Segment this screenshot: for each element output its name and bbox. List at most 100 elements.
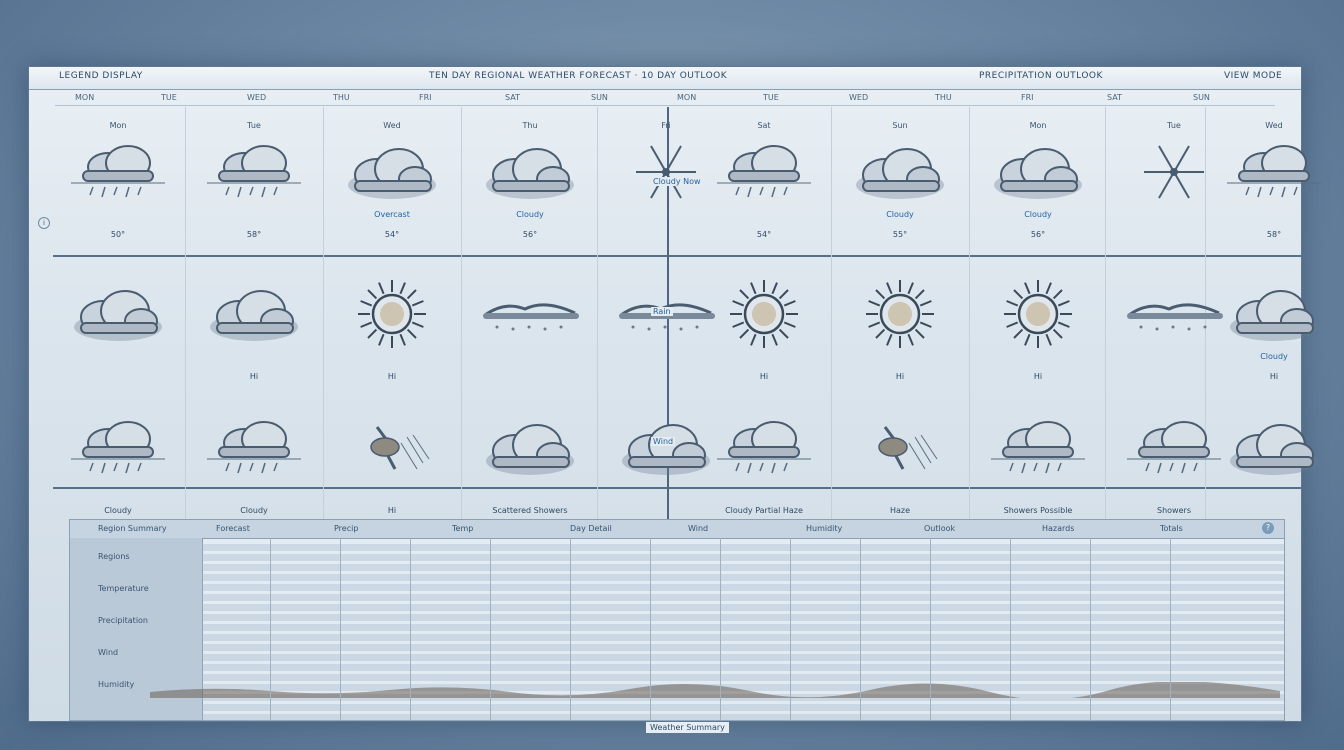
table-column-divider bbox=[410, 538, 411, 720]
temp-label: 58° bbox=[1266, 230, 1282, 239]
temp-label: Cloudy bbox=[240, 506, 268, 515]
forecast-cell[interactable]: Hi bbox=[973, 257, 1103, 387]
table-row[interactable] bbox=[202, 664, 1284, 671]
forecast-cell[interactable] bbox=[465, 257, 595, 387]
forecast-cell[interactable]: Hi bbox=[189, 257, 319, 387]
table-row[interactable] bbox=[202, 564, 1284, 571]
column-header[interactable]: Totals bbox=[1160, 524, 1183, 533]
column-divider bbox=[323, 107, 324, 521]
day-name: Wed bbox=[383, 121, 401, 130]
column-divider bbox=[597, 107, 598, 521]
table-row[interactable] bbox=[202, 594, 1284, 601]
day-label: WED bbox=[247, 93, 267, 102]
temp-label: 56° bbox=[522, 230, 538, 239]
day-label: SUN bbox=[1193, 93, 1210, 102]
precip-tab[interactable]: PRECIPITATION OUTLOOK bbox=[979, 71, 1103, 81]
condition-label: Cloudy bbox=[886, 210, 914, 219]
temp-label: Hi bbox=[387, 372, 397, 381]
temp-label: Hi bbox=[759, 372, 769, 381]
temp-label: 54° bbox=[384, 230, 400, 239]
table-row[interactable] bbox=[202, 604, 1284, 611]
forecast-cell[interactable]: Wed Overcast 54° bbox=[327, 115, 457, 245]
table-row[interactable] bbox=[202, 704, 1284, 711]
forecast-cell[interactable] bbox=[1209, 391, 1339, 521]
day-name: Mon bbox=[109, 121, 127, 130]
forecast-cell[interactable]: Hi bbox=[699, 257, 829, 387]
column-header[interactable]: Humidity bbox=[806, 524, 842, 533]
table-column-divider bbox=[1170, 538, 1171, 720]
table-column-divider bbox=[650, 538, 651, 720]
footer-label: Weather Summary bbox=[646, 722, 729, 733]
day-name: Sun bbox=[892, 121, 908, 130]
table-row[interactable] bbox=[202, 614, 1284, 621]
table-column-divider bbox=[490, 538, 491, 720]
table-column-divider bbox=[570, 538, 571, 720]
forecast-cell[interactable]: Mon 50° bbox=[53, 115, 183, 245]
table-row[interactable] bbox=[202, 544, 1284, 551]
table-row[interactable] bbox=[202, 674, 1284, 681]
row-group-label: Temperature bbox=[98, 584, 149, 593]
column-header[interactable]: Wind bbox=[688, 524, 708, 533]
table-row[interactable] bbox=[202, 654, 1284, 661]
table-row[interactable] bbox=[202, 584, 1284, 591]
temp-label: 58° bbox=[246, 230, 262, 239]
table-row[interactable] bbox=[202, 554, 1284, 561]
day-label: TUE bbox=[763, 93, 779, 102]
temp-label: Haze bbox=[889, 506, 911, 515]
table-row[interactable] bbox=[202, 714, 1284, 721]
forecast-cell[interactable]: Sat 54° bbox=[699, 115, 829, 245]
center-mark: Rain bbox=[651, 307, 673, 316]
temp-label: Cloudy bbox=[104, 506, 132, 515]
view-mode-tab[interactable]: VIEW MODE bbox=[1224, 71, 1282, 81]
column-header[interactable]: Temp bbox=[452, 524, 473, 533]
column-divider bbox=[831, 107, 832, 521]
forecast-cell[interactable]: Wed 58° bbox=[1209, 115, 1339, 245]
center-mark: Cloudy Now bbox=[651, 177, 703, 186]
forecast-cell[interactable]: Sun Cloudy 55° bbox=[835, 115, 965, 245]
column-header[interactable]: Forecast bbox=[216, 524, 250, 533]
header-bar: LEGEND DISPLAY TEN DAY REGIONAL WEATHER … bbox=[29, 67, 1301, 90]
forecast-cell[interactable]: Hi bbox=[327, 257, 457, 387]
table-row[interactable] bbox=[202, 644, 1284, 651]
column-header[interactable]: Region Summary bbox=[98, 524, 167, 533]
legend-tab[interactable]: LEGEND DISPLAY bbox=[59, 71, 143, 81]
table-row[interactable] bbox=[202, 574, 1284, 581]
forecast-cell[interactable]: Thu Cloudy 56° bbox=[465, 115, 595, 245]
forecast-cell[interactable]: Hi bbox=[835, 257, 965, 387]
day-label: SAT bbox=[1107, 93, 1122, 102]
column-header[interactable]: Outlook bbox=[924, 524, 955, 533]
temp-label: Scattered Showers bbox=[492, 506, 568, 515]
table-row[interactable] bbox=[202, 624, 1284, 631]
forecast-cell[interactable] bbox=[53, 257, 183, 387]
condition-label: Cloudy bbox=[516, 210, 544, 219]
temp-label: Hi bbox=[249, 372, 259, 381]
forecast-cell[interactable]: Showers Possible bbox=[973, 391, 1103, 521]
day-label: SUN bbox=[591, 93, 608, 102]
column-header[interactable]: Day Detail bbox=[570, 524, 612, 533]
page-title: TEN DAY REGIONAL WEATHER FORECAST · 10 D… bbox=[429, 71, 728, 81]
forecast-cell[interactable]: Hi bbox=[327, 391, 457, 521]
forecast-cell[interactable]: Cloudy bbox=[53, 391, 183, 521]
wave-graph bbox=[150, 682, 1280, 698]
forecast-cell[interactable]: Cloudy Partial Haze bbox=[699, 391, 829, 521]
forecast-cell[interactable]: Cloudy bbox=[189, 391, 319, 521]
forecast-cell[interactable]: Mon Cloudy 56° bbox=[973, 115, 1103, 245]
forecast-cell[interactable]: Cloudy Hi bbox=[1209, 257, 1339, 387]
table-header: Region Summary Forecast Precip Temp Day Deta… bbox=[70, 520, 1284, 539]
forecast-cell[interactable]: Haze bbox=[835, 391, 965, 521]
column-header[interactable]: Hazards bbox=[1042, 524, 1074, 533]
forecast-cell[interactable]: Tue 58° bbox=[189, 115, 319, 245]
table-row[interactable] bbox=[202, 634, 1284, 641]
day-label: TUE bbox=[161, 93, 177, 102]
help-icon[interactable]: ? bbox=[1262, 522, 1274, 534]
column-header[interactable]: Precip bbox=[334, 524, 358, 533]
day-label: MON bbox=[75, 93, 95, 102]
table-column-divider bbox=[1090, 538, 1091, 720]
row-group-label: Regions bbox=[98, 552, 130, 561]
info-icon[interactable]: i bbox=[38, 217, 50, 229]
day-subbar: MON TUE WED THU FRI SAT SUN MON TUE WED THU FRI SAT S… bbox=[55, 91, 1275, 106]
column-divider bbox=[461, 107, 462, 521]
forecast-cell[interactable]: Scattered Showers bbox=[465, 391, 595, 521]
row-group-label: Humidity bbox=[98, 680, 135, 689]
day-name: Thu bbox=[522, 121, 538, 130]
